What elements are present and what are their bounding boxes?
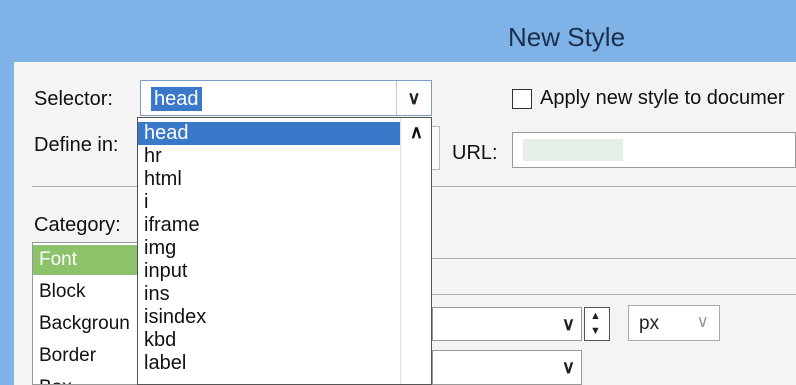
chevron-down-icon[interactable]: ∨ bbox=[562, 357, 575, 378]
selector-dropdown-list[interactable]: head hr html i iframe img input ins isin… bbox=[137, 117, 432, 385]
dropdown-item-i[interactable]: i bbox=[138, 191, 400, 214]
chevron-up-icon[interactable]: ∧ bbox=[410, 122, 423, 143]
title-bar: New Style bbox=[0, 0, 796, 62]
font-weight-combobox[interactable]: ∨ bbox=[432, 350, 582, 385]
dropdown-scrollbar[interactable]: ∧ bbox=[400, 118, 431, 384]
divider bbox=[432, 258, 796, 259]
dropdown-item-hr[interactable]: hr bbox=[138, 145, 400, 168]
dropdown-item-head[interactable]: head bbox=[138, 122, 400, 145]
category-label: Category: bbox=[34, 214, 121, 236]
divider bbox=[32, 186, 140, 187]
dropdown-item-kbd[interactable]: kbd bbox=[138, 329, 400, 352]
dropdown-item-isindex[interactable]: isindex bbox=[138, 306, 400, 329]
category-item-font[interactable]: Font bbox=[33, 245, 151, 275]
apply-new-style-checkbox[interactable] bbox=[512, 89, 532, 109]
url-field-content bbox=[523, 139, 623, 161]
triangle-up-icon[interactable]: ▲ bbox=[590, 310, 601, 322]
url-field[interactable] bbox=[512, 132, 796, 168]
dropdown-item-html[interactable]: html bbox=[138, 168, 400, 191]
dropdown-item-img[interactable]: img bbox=[138, 237, 400, 260]
dropdown-item-label[interactable]: label bbox=[138, 352, 400, 375]
font-size-spinner[interactable]: ▲ ▼ bbox=[584, 307, 610, 341]
category-list[interactable]: Font Block Backgroun Border Box bbox=[32, 242, 152, 385]
font-size-combobox[interactable]: ∨ bbox=[432, 307, 582, 341]
window-title: New Style bbox=[508, 22, 626, 52]
category-item-box[interactable]: Box bbox=[33, 373, 151, 384]
dropdown-item-iframe[interactable]: iframe bbox=[138, 214, 400, 237]
font-size-unit-combobox[interactable]: px ∨ bbox=[628, 305, 720, 341]
category-item-block[interactable]: Block bbox=[33, 277, 151, 307]
window-frame-left bbox=[0, 62, 14, 385]
category-item-border[interactable]: Border bbox=[33, 341, 151, 371]
url-label: URL: bbox=[452, 142, 498, 164]
selector-value[interactable]: head bbox=[151, 87, 202, 111]
dropdown-item-input[interactable]: input bbox=[138, 260, 400, 283]
chevron-down-icon[interactable]: ∨ bbox=[697, 312, 709, 332]
divider bbox=[432, 294, 796, 295]
selector-label-text: Selector: bbox=[34, 88, 113, 110]
chevron-down-icon[interactable]: ∨ bbox=[562, 314, 575, 335]
category-item-background[interactable]: Backgroun bbox=[33, 309, 151, 339]
chevron-down-icon[interactable]: ∨ bbox=[396, 81, 431, 115]
selector-label: Selector: bbox=[34, 88, 113, 111]
define-in-label: Define in: bbox=[34, 134, 119, 156]
triangle-down-icon[interactable]: ▼ bbox=[590, 325, 601, 337]
divider bbox=[432, 186, 796, 187]
apply-new-style-label[interactable]: Apply new style to documer bbox=[540, 87, 785, 110]
font-size-unit-value: px bbox=[639, 313, 660, 334]
dropdown-item-ins[interactable]: ins bbox=[138, 283, 400, 306]
selector-combobox[interactable]: head ∨ bbox=[140, 80, 432, 116]
